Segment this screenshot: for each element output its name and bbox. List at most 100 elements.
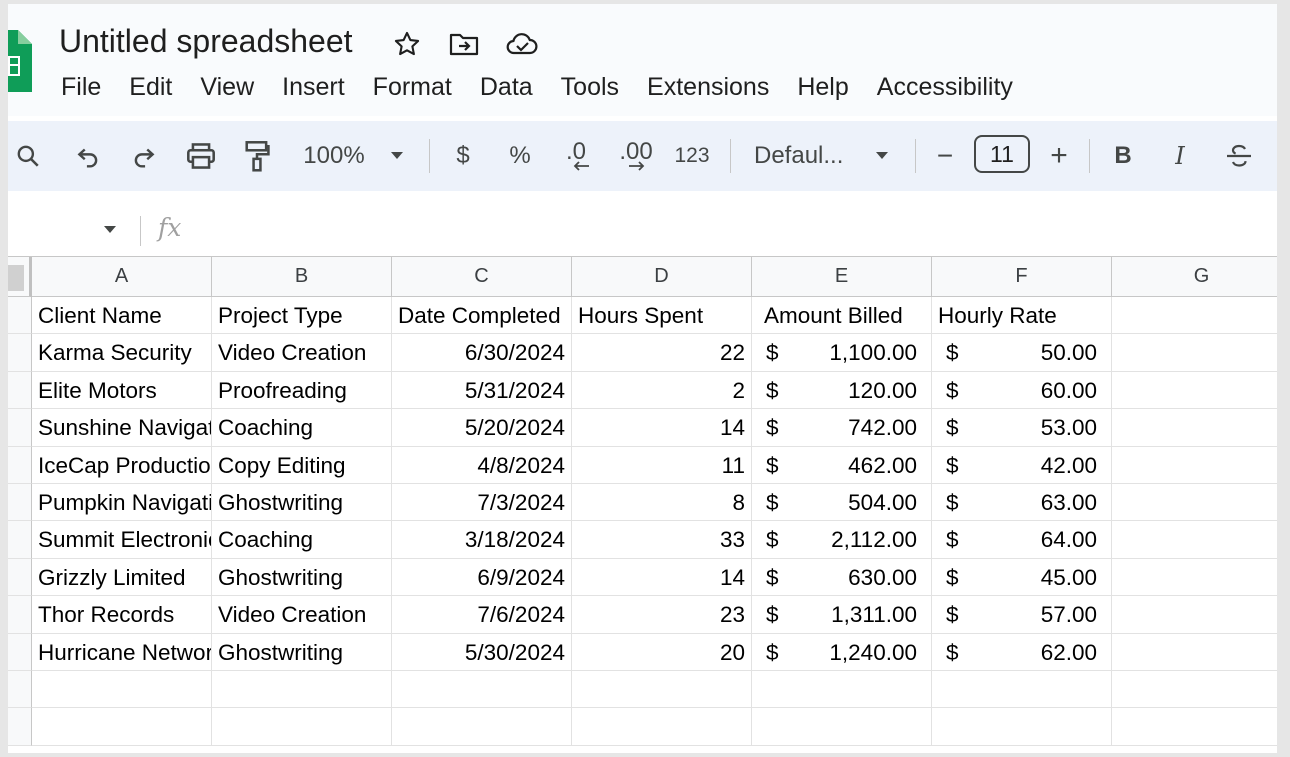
data-cell-client[interactable]: Hurricane Network — [32, 633, 212, 671]
data-cell-type[interactable]: Copy Editing — [212, 446, 392, 484]
cell[interactable] — [752, 708, 932, 746]
data-cell-date[interactable]: 5/31/2024 — [392, 371, 572, 410]
data-cell-rate[interactable]: $64.00 — [932, 521, 1112, 559]
column-header-d[interactable]: D — [572, 257, 752, 297]
cell[interactable] — [1112, 297, 1277, 335]
data-cell-date[interactable]: 7/3/2024 — [392, 484, 572, 522]
cell[interactable] — [1112, 708, 1277, 746]
data-cell-hours[interactable]: 14 — [572, 409, 752, 447]
undo-icon[interactable] — [72, 121, 104, 191]
decrease-decimal-button[interactable]: .0 — [558, 121, 594, 191]
header-cell[interactable]: Hours Spent — [572, 297, 752, 335]
data-cell-amount[interactable]: $462.00 — [752, 446, 932, 484]
data-cell-rate[interactable]: $60.00 — [932, 371, 1112, 410]
star-icon[interactable] — [391, 28, 423, 60]
column-header-c[interactable]: C — [392, 257, 572, 297]
data-cell-date[interactable]: 6/9/2024 — [392, 558, 572, 597]
data-cell-amount[interactable]: $1,240.00 — [752, 633, 932, 671]
data-cell-date[interactable]: 3/18/2024 — [392, 521, 572, 559]
data-cell-client[interactable]: Elite Motors — [32, 371, 212, 410]
menu-view[interactable]: View — [186, 70, 268, 104]
search-icon[interactable] — [12, 121, 44, 191]
data-cell-rate[interactable]: $62.00 — [932, 633, 1112, 671]
column-header-e[interactable]: E — [752, 257, 932, 297]
data-cell-client[interactable]: Grizzly Limited — [32, 558, 212, 597]
row-header[interactable] — [8, 558, 32, 597]
cell[interactable] — [932, 708, 1112, 746]
data-cell-hours[interactable]: 2 — [572, 371, 752, 410]
cell[interactable] — [392, 671, 572, 709]
menu-insert[interactable]: Insert — [268, 70, 359, 104]
data-cell-client[interactable]: Summit Electronics — [32, 521, 212, 559]
data-cell-type[interactable]: Ghostwriting — [212, 558, 392, 597]
cell[interactable] — [32, 708, 212, 746]
data-cell-client[interactable]: Karma Security — [32, 334, 212, 372]
move-folder-icon[interactable] — [448, 28, 480, 60]
row-header[interactable] — [8, 409, 32, 447]
data-cell-amount[interactable]: $1,100.00 — [752, 334, 932, 372]
print-icon[interactable] — [184, 121, 218, 191]
cell[interactable] — [1112, 559, 1277, 597]
row-header[interactable] — [8, 596, 32, 634]
data-cell-rate[interactable]: $50.00 — [932, 334, 1112, 372]
data-cell-type[interactable]: Ghostwriting — [212, 484, 392, 522]
cell[interactable] — [1112, 484, 1277, 522]
italic-button[interactable]: I — [1168, 121, 1192, 191]
cloud-saved-icon[interactable] — [506, 28, 538, 60]
cell[interactable] — [1112, 447, 1277, 484]
data-cell-hours[interactable]: 8 — [572, 484, 752, 522]
zoom-select[interactable]: 100% — [299, 121, 369, 191]
menu-help[interactable]: Help — [783, 70, 862, 104]
header-cell[interactable]: Hourly Rate — [932, 297, 1112, 335]
menu-file[interactable]: File — [47, 70, 115, 104]
row-header[interactable] — [8, 334, 32, 372]
data-cell-rate[interactable]: $45.00 — [932, 558, 1112, 597]
increase-font-size-button[interactable]: + — [1044, 121, 1074, 191]
cell[interactable] — [932, 671, 1112, 709]
data-cell-hours[interactable]: 11 — [572, 446, 752, 484]
data-cell-hours[interactable]: 20 — [572, 633, 752, 671]
sheets-logo-icon[interactable] — [8, 30, 32, 92]
data-cell-date[interactable]: 4/8/2024 — [392, 446, 572, 484]
data-cell-type[interactable]: Proofreading — [212, 371, 392, 410]
data-cell-date[interactable]: 5/20/2024 — [392, 409, 572, 447]
decrease-font-size-button[interactable]: − — [930, 121, 960, 191]
column-header-a[interactable]: A — [32, 257, 212, 297]
data-cell-amount[interactable]: $120.00 — [752, 371, 932, 410]
column-header-b[interactable]: B — [212, 257, 392, 297]
row-header[interactable] — [8, 484, 32, 522]
increase-decimal-button[interactable]: .00 — [614, 121, 658, 191]
bold-button[interactable]: B — [1110, 121, 1136, 191]
currency-format-button[interactable]: $ — [452, 121, 474, 191]
header-cell[interactable]: Project Type — [212, 297, 392, 335]
cell[interactable] — [1112, 521, 1277, 559]
data-cell-hours[interactable]: 23 — [572, 596, 752, 634]
cell[interactable] — [1112, 671, 1277, 709]
data-cell-rate[interactable]: $57.00 — [932, 596, 1112, 634]
data-cell-amount[interactable]: $1,311.00 — [752, 596, 932, 634]
cell[interactable] — [1112, 409, 1277, 447]
menu-extensions[interactable]: Extensions — [633, 70, 783, 104]
data-cell-hours[interactable]: 22 — [572, 334, 752, 372]
menu-edit[interactable]: Edit — [115, 70, 186, 104]
font-chevron-down-icon[interactable] — [872, 121, 892, 191]
document-title[interactable]: Untitled spreadsheet — [59, 23, 353, 60]
row-header[interactable] — [8, 521, 32, 559]
cell[interactable] — [32, 671, 212, 709]
cell[interactable] — [572, 671, 752, 709]
cell[interactable] — [1112, 634, 1277, 671]
data-cell-client[interactable]: Sunshine Navigation — [32, 409, 212, 447]
data-cell-client[interactable]: Thor Records — [32, 596, 212, 634]
data-cell-date[interactable]: 7/6/2024 — [392, 596, 572, 634]
data-cell-rate[interactable]: $42.00 — [932, 446, 1112, 484]
data-cell-date[interactable]: 6/30/2024 — [392, 334, 572, 372]
data-cell-amount[interactable]: $2,112.00 — [752, 521, 932, 559]
row-header[interactable] — [8, 671, 32, 709]
menu-accessibility[interactable]: Accessibility — [863, 70, 1027, 104]
cell[interactable] — [1112, 596, 1277, 634]
data-cell-type[interactable]: Video Creation — [212, 596, 392, 634]
row-header[interactable] — [8, 371, 32, 410]
row-header[interactable] — [8, 297, 32, 335]
more-formats-button[interactable]: 123 — [672, 121, 712, 191]
redo-icon[interactable] — [128, 121, 160, 191]
